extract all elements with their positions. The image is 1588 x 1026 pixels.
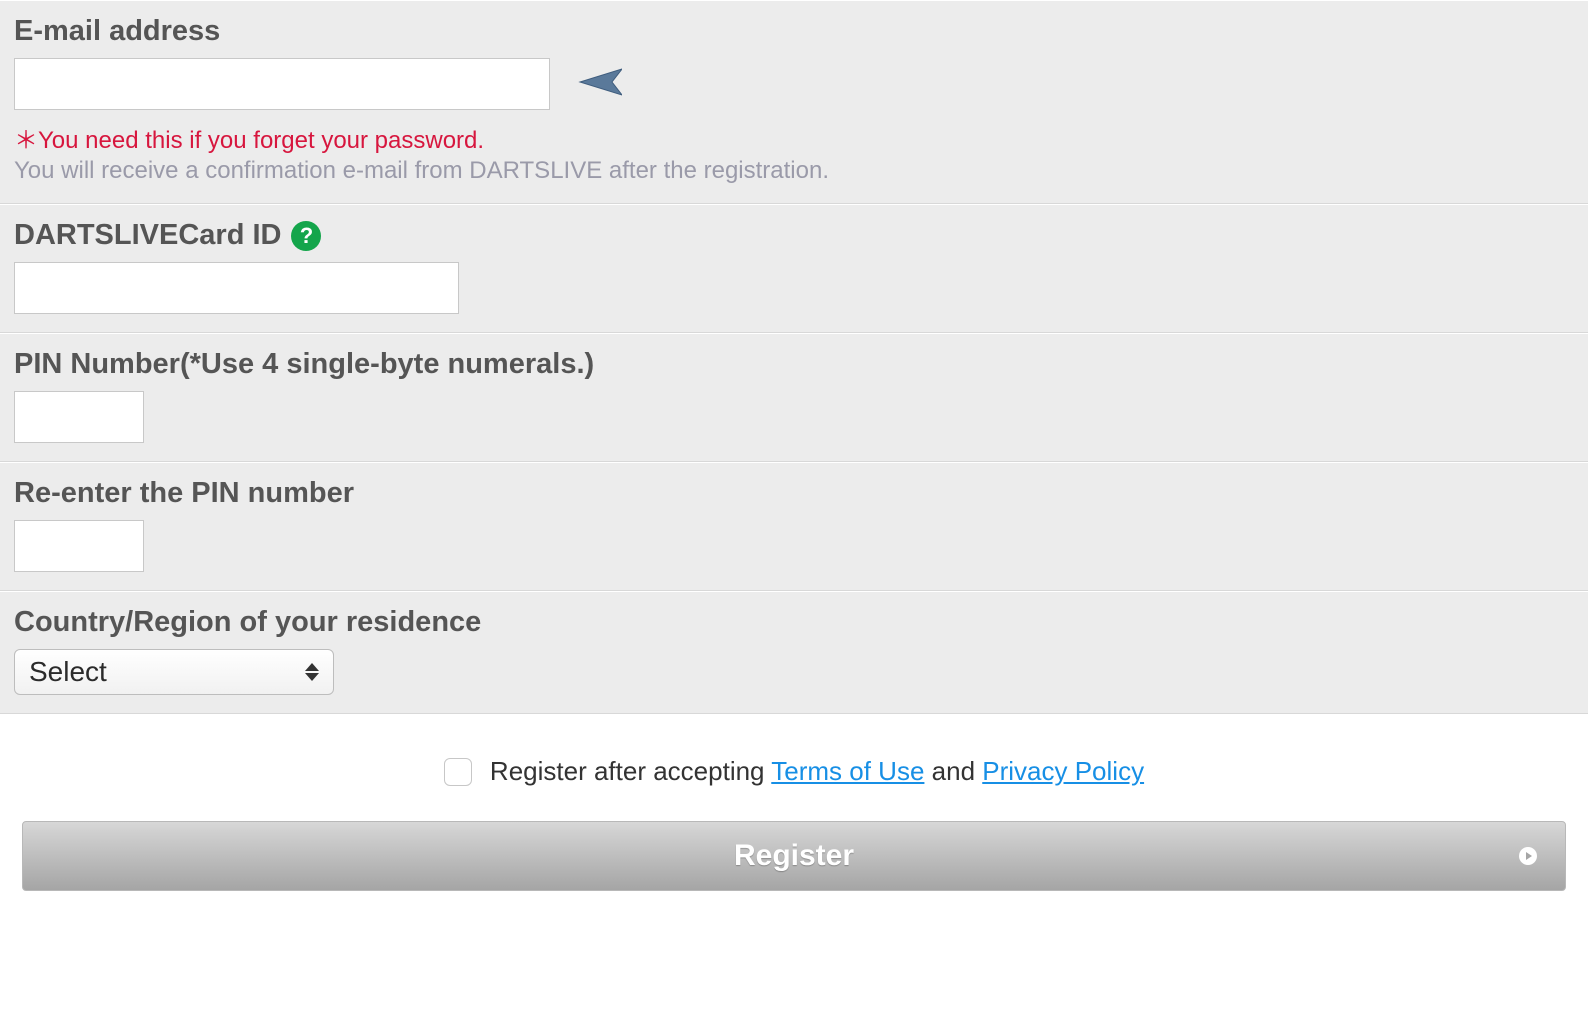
email-label: E-mail address [14, 15, 1574, 48]
agree-checkbox[interactable] [444, 758, 472, 786]
email-warning-text: You need this if you forget your passwor… [38, 127, 484, 154]
country-label: Country/Region of your residence [14, 606, 1574, 639]
pin-section: PIN Number(*Use 4 single-byte numerals.) [0, 333, 1588, 462]
register-button-label: Register [734, 839, 854, 873]
email-input[interactable] [14, 58, 550, 110]
cardid-label: DARTSLIVECard ID [14, 219, 281, 252]
email-info: You will receive a confirmation e-mail f… [14, 157, 1574, 185]
register-button[interactable]: Register [22, 821, 1566, 891]
help-icon[interactable]: ? [291, 221, 321, 251]
email-section: E-mail address ＊You need this if you for… [0, 0, 1588, 204]
agree-row: Register after accepting Terms of Use an… [0, 714, 1588, 817]
chevron-right-circle-icon [1519, 847, 1537, 865]
cardid-section: DARTSLIVECard ID ? [0, 204, 1588, 333]
pin-confirm-input[interactable] [14, 520, 144, 572]
select-arrows-icon [305, 663, 319, 681]
agree-prefix: Register after accepting [490, 756, 771, 786]
cardid-label-row: DARTSLIVECard ID ? [14, 219, 1574, 252]
country-select-value: Select [29, 656, 305, 688]
country-section: Country/Region of your residence Select [0, 591, 1588, 714]
agree-middle: and [924, 756, 982, 786]
email-row [14, 58, 1574, 110]
country-select[interactable]: Select [14, 649, 334, 695]
pin-label: PIN Number(*Use 4 single-byte numerals.) [14, 348, 1574, 381]
privacy-link[interactable]: Privacy Policy [982, 756, 1144, 786]
pin-confirm-section: Re-enter the PIN number [0, 462, 1588, 591]
pin-input[interactable] [14, 391, 144, 443]
agree-text: Register after accepting Terms of Use an… [490, 756, 1144, 787]
email-warning: ＊You need this if you forget your passwo… [14, 120, 1574, 155]
pin-confirm-label: Re-enter the PIN number [14, 477, 1574, 510]
cardid-input[interactable] [14, 262, 459, 314]
warning-asterisk-icon: ＊ [14, 127, 38, 154]
cursor-arrow-icon [578, 67, 622, 102]
terms-link[interactable]: Terms of Use [771, 756, 924, 786]
